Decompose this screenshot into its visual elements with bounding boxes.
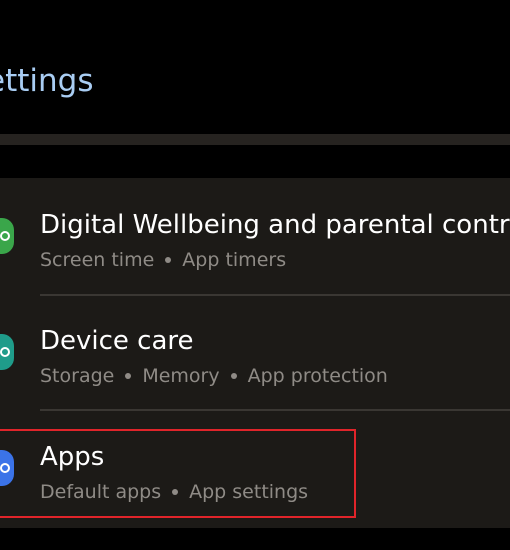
- subtitle-part: Storage: [40, 365, 115, 387]
- settings-item-title: Apps: [40, 442, 105, 472]
- settings-item-digital-wellbeing[interactable]: Digital Wellbeing and parental contro Sc…: [0, 180, 510, 296]
- device-care-icon: [0, 334, 14, 370]
- separator-dot: [230, 373, 237, 379]
- subtitle-part: Default apps: [40, 481, 162, 503]
- subtitle-part: Screen time: [40, 249, 155, 271]
- subtitle-part: Memory: [142, 365, 220, 387]
- subtitle-part: App timers: [182, 249, 287, 271]
- settings-item-title: Digital Wellbeing and parental contro: [40, 210, 510, 240]
- page-title: ettings: [0, 63, 94, 99]
- header-divider: [0, 134, 510, 145]
- separator-dot: [165, 257, 172, 263]
- subtitle-part: App settings: [189, 481, 309, 503]
- settings-item-apps[interactable]: Apps Default apps App settings: [0, 412, 510, 528]
- row-divider: [40, 409, 510, 411]
- settings-item-device-care[interactable]: Device care Storage Memory App protectio…: [0, 296, 510, 412]
- settings-screen: ettings Digital Wellbeing and parental c…: [0, 0, 510, 550]
- separator-dot: [172, 489, 179, 495]
- digital-wellbeing-icon: [0, 218, 14, 254]
- settings-item-subtitle: Default apps App settings: [40, 480, 308, 504]
- separator-dot: [125, 373, 132, 379]
- settings-item-subtitle: Storage Memory App protection: [40, 364, 388, 388]
- settings-item-title: Device care: [40, 326, 194, 356]
- subtitle-part: App protection: [247, 365, 388, 387]
- apps-icon: [0, 450, 14, 486]
- settings-item-subtitle: Screen time App timers: [40, 248, 286, 272]
